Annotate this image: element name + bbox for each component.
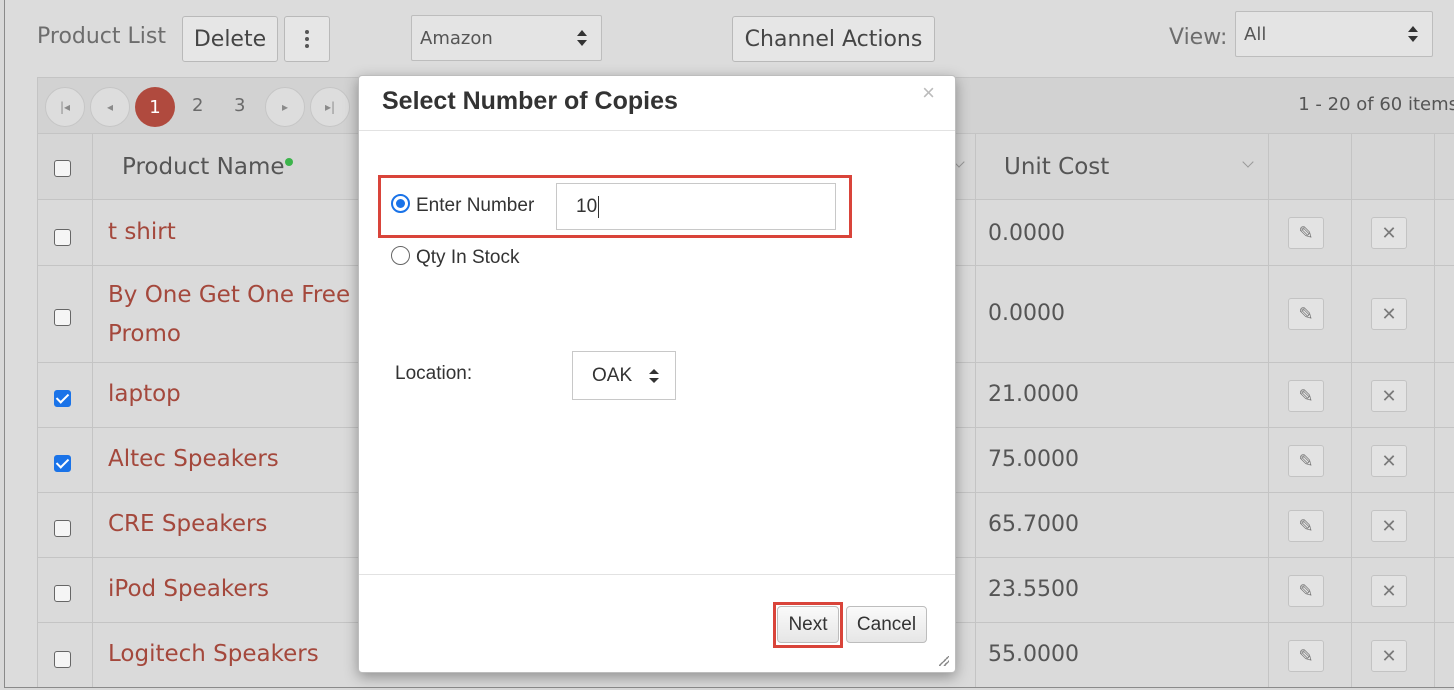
product-name-link[interactable]: Logitech Speakers (108, 635, 319, 674)
select-copies-dialog: Select Number of Copies × Enter Number 1… (358, 75, 956, 673)
close-icon[interactable]: × (922, 80, 935, 106)
required-dot-icon (284, 158, 293, 166)
more-actions-button[interactable] (284, 16, 330, 62)
channel-select-value: Amazon (420, 27, 493, 49)
channel-actions-button[interactable]: Channel Actions (732, 16, 935, 62)
edit-button[interactable]: ✎ (1288, 217, 1324, 249)
close-icon: ✕ (1381, 385, 1397, 407)
qty-in-stock-label[interactable]: Qty In Stock (416, 247, 519, 269)
pencil-icon: ✎ (1298, 515, 1314, 537)
prev-page-icon: ◂ (106, 100, 114, 114)
delete-row-button[interactable]: ✕ (1371, 380, 1407, 412)
product-name-link[interactable]: iPod Speakers (108, 570, 269, 609)
view-label: View: (1169, 25, 1228, 50)
pencil-icon: ✎ (1298, 303, 1314, 325)
edit-button[interactable]: ✎ (1288, 298, 1324, 330)
qty-in-stock-radio[interactable] (391, 246, 410, 265)
copies-number-value: 10 (576, 196, 598, 217)
product-name-link[interactable]: laptop (108, 375, 181, 414)
delete-row-button[interactable]: ✕ (1371, 217, 1407, 249)
close-icon: ✕ (1381, 450, 1397, 472)
close-icon: ✕ (1381, 580, 1397, 602)
unit-cost-value: 65.7000 (988, 512, 1079, 537)
product-name-link[interactable]: t shirt (108, 213, 176, 252)
row-checkbox[interactable] (54, 455, 71, 472)
select-arrows-icon (649, 368, 659, 383)
delete-row-button[interactable]: ✕ (1371, 575, 1407, 607)
select-arrows-icon (1408, 26, 1418, 42)
close-icon: ✕ (1381, 645, 1397, 667)
last-page-button[interactable]: ▸| (310, 87, 350, 127)
delete-button[interactable]: Delete (182, 16, 278, 62)
page-2-button[interactable]: 2 (192, 95, 203, 116)
text-caret (598, 195, 600, 218)
pager-info: 1 - 20 of 60 items (1298, 94, 1454, 115)
select-all-checkbox[interactable] (54, 160, 71, 177)
resize-handle-icon[interactable] (939, 656, 949, 666)
select-arrows-icon (577, 30, 587, 46)
row-checkbox[interactable] (54, 390, 71, 407)
pencil-icon: ✎ (1298, 450, 1314, 472)
chevron-down-icon[interactable] (1242, 156, 1254, 168)
dialog-header-divider (359, 130, 955, 131)
first-page-icon: |◂ (59, 100, 71, 114)
channel-select[interactable]: Amazon (411, 15, 602, 61)
enter-number-radio[interactable] (391, 194, 410, 213)
page-1-button[interactable]: 1 (135, 87, 175, 127)
copies-number-input[interactable]: 10 (556, 183, 836, 230)
dialog-title: Select Number of Copies (382, 87, 678, 115)
delete-row-button[interactable]: ✕ (1371, 510, 1407, 542)
close-icon: ✕ (1381, 222, 1397, 244)
unit-cost-value: 75.0000 (988, 447, 1079, 472)
pencil-icon: ✎ (1298, 645, 1314, 667)
view-select[interactable]: All (1235, 11, 1433, 57)
last-page-icon: ▸| (324, 100, 336, 114)
location-select[interactable]: OAK (572, 351, 676, 400)
page-title: Product List (37, 24, 166, 49)
dialog-footer-divider (359, 574, 955, 575)
row-checkbox[interactable] (54, 309, 71, 326)
location-label: Location: (395, 363, 473, 384)
delete-row-button[interactable]: ✕ (1371, 640, 1407, 672)
pencil-icon: ✎ (1298, 580, 1314, 602)
next-page-button[interactable]: ▸ (265, 87, 305, 127)
close-icon: ✕ (1381, 303, 1397, 325)
edit-button[interactable]: ✎ (1288, 575, 1324, 607)
page-3-button[interactable]: 3 (234, 95, 245, 116)
row-checkbox[interactable] (54, 229, 71, 246)
product-name-link[interactable]: CRE Speakers (108, 505, 267, 544)
unit-cost-value: 21.0000 (988, 382, 1079, 407)
first-page-button[interactable]: |◂ (45, 87, 85, 127)
unit-cost-value: 0.0000 (988, 221, 1065, 246)
view-select-value: All (1244, 23, 1267, 45)
next-page-icon: ▸ (281, 100, 289, 114)
product-name-header-label: Product Name (122, 154, 285, 180)
prev-page-button[interactable]: ◂ (90, 87, 130, 127)
pencil-icon: ✎ (1298, 385, 1314, 407)
edit-button[interactable]: ✎ (1288, 380, 1324, 412)
unit-cost-value: 55.0000 (988, 642, 1079, 667)
delete-row-button[interactable]: ✕ (1371, 298, 1407, 330)
unit-cost-value: 23.5500 (988, 577, 1079, 602)
row-checkbox[interactable] (54, 520, 71, 537)
location-select-value: OAK (592, 365, 633, 386)
cancel-button[interactable]: Cancel (846, 606, 927, 643)
product-name-link[interactable]: By One Get One Free Promo (108, 276, 358, 354)
pencil-icon: ✎ (1298, 222, 1314, 244)
row-checkbox[interactable] (54, 651, 71, 668)
unit-cost-value: 0.0000 (988, 301, 1065, 326)
close-icon: ✕ (1381, 515, 1397, 537)
column-header-product-name[interactable]: Product Name (122, 154, 293, 180)
product-name-link[interactable]: Altec Speakers (108, 440, 279, 479)
enter-number-label[interactable]: Enter Number (416, 195, 534, 217)
edit-button[interactable]: ✎ (1288, 445, 1324, 477)
column-header-unit-cost[interactable]: Unit Cost (1004, 154, 1109, 180)
edit-button[interactable]: ✎ (1288, 640, 1324, 672)
next-button[interactable]: Next (777, 606, 839, 643)
delete-row-button[interactable]: ✕ (1371, 445, 1407, 477)
vertical-ellipsis-icon (305, 30, 309, 48)
edit-button[interactable]: ✎ (1288, 510, 1324, 542)
row-checkbox[interactable] (54, 585, 71, 602)
